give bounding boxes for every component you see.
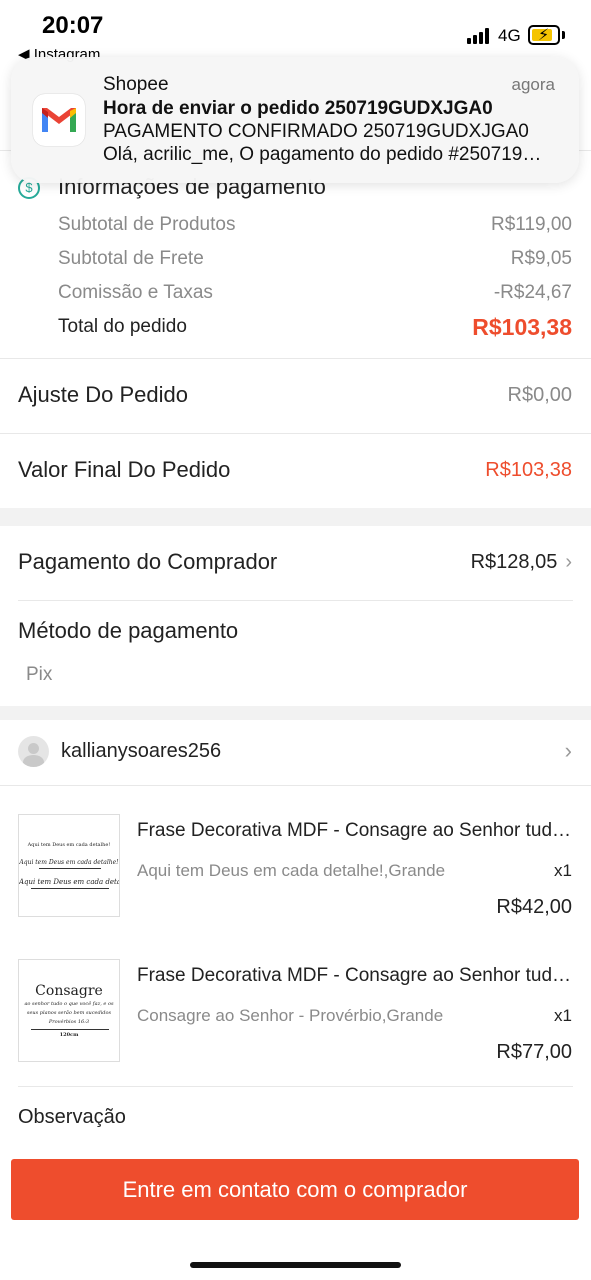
section-gap [0, 706, 591, 720]
divider [0, 785, 591, 786]
push-notification[interactable]: Shopee agora Hora de enviar o pedido 250… [11, 57, 579, 183]
product-variation: Aqui tem Deus em cada detalhe!,Grande [137, 861, 446, 880]
thumb-text: Aqui tem Deus em cada detalhe! [27, 842, 111, 848]
divider [0, 358, 591, 359]
notification-time: agora [511, 75, 555, 94]
chevron-right-icon[interactable]: › [565, 738, 572, 764]
product-price: R$42,00 [496, 896, 572, 918]
product-thumbnail[interactable]: Aqui tem Deus em cada detalhe! Aqui tem … [18, 814, 120, 917]
gmail-icon [33, 94, 85, 146]
thumb-text: seus planos serão bem sucedidos [26, 1010, 112, 1016]
row-label: Comissão e Taxas [58, 282, 213, 303]
section-gap [0, 508, 591, 526]
subtotal-shipping-row: Subtotal de Frete R$9,05 [58, 246, 572, 272]
avatar [18, 736, 49, 767]
payment-method-value: Pix [26, 664, 53, 685]
payment-method-row: Método de pagamento [18, 618, 572, 644]
row-value: R$9,05 [510, 248, 572, 269]
thumb-title: Consagre [35, 983, 103, 999]
row-label: Valor Final Do Pedido [18, 457, 231, 482]
signal-icon [467, 28, 491, 44]
divider [18, 1086, 573, 1087]
notification-line: PAGAMENTO CONFIRMADO 250719GUDXJGA0 [103, 121, 529, 142]
notification-app-name: Shopee [103, 74, 169, 95]
thumb-text: Provérbios 16:3 [48, 1019, 90, 1025]
battery-icon: ⚡ [528, 25, 560, 45]
product-thumbnail[interactable]: Consagre ao senhor tudo o que você faz, … [18, 959, 120, 1062]
buyer-payment-row[interactable]: Pagamento do Comprador R$128,05 › [18, 549, 572, 575]
observation-label: Observação [18, 1106, 126, 1128]
order-adjustment-row: Ajuste Do Pedido R$0,00 [18, 382, 572, 408]
order-total-value: R$103,38 [472, 313, 572, 340]
subtotal-products-row: Subtotal de Produtos R$119,00 [58, 212, 572, 238]
product-quantity: x1 [554, 1006, 572, 1025]
chevron-right-icon: › [565, 550, 572, 573]
row-value: R$0,00 [507, 383, 573, 406]
thumb-text: Aqui tem Deus em cada detalhe! [19, 859, 119, 866]
status-bar: 20:07 ◀ Instagram 4G ⚡ [0, 0, 591, 63]
fees-row: Comissão e Taxas -R$24,67 [58, 280, 572, 306]
row-label: Subtotal de Frete [58, 248, 204, 269]
contact-buyer-button[interactable]: Entre em contato com o comprador [11, 1159, 579, 1220]
product-name[interactable]: Frase Decorativa MDF - Consagre ao Senho… [137, 820, 573, 842]
battery-nub [562, 31, 565, 39]
product-quantity: x1 [554, 861, 572, 880]
product-variation: Consagre ao Senhor - Provérbio,Grande [137, 1006, 444, 1025]
row-value: R$119,00 [491, 214, 572, 235]
row-label: Ajuste Do Pedido [18, 382, 188, 407]
payment-method-label: Método de pagamento [18, 618, 239, 643]
thumb-text: Aqui tem Deus em cada detalhe! [19, 878, 120, 886]
final-value: R$103,38 [485, 458, 572, 481]
row-label: Total do pedido [58, 316, 187, 337]
final-value-row: Valor Final Do Pedido R$103,38 [18, 457, 572, 483]
row-label: Subtotal de Produtos [58, 214, 236, 235]
clock: 20:07 [42, 12, 104, 39]
product-price: R$77,00 [496, 1041, 572, 1063]
buyer-payment-value: R$128,05 [470, 550, 558, 573]
network-type: 4G [498, 26, 521, 45]
product-name[interactable]: Frase Decorativa MDF - Consagre ao Senho… [137, 965, 573, 987]
row-value: -R$24,67 [493, 282, 572, 303]
notification-title: Hora de enviar o pedido 250719GUDXJGA0 [103, 98, 493, 119]
thumb-text: ao senhor tudo o que você faz, e os [24, 1001, 114, 1007]
divider [0, 433, 591, 434]
order-total-row: Total do pedido R$103,38 [58, 314, 572, 340]
row-label: Pagamento do Comprador [18, 549, 278, 574]
thumb-dimension: 120cm [59, 1032, 79, 1038]
home-indicator[interactable] [190, 1262, 401, 1268]
buyer-username[interactable]: kallianysoares256 [61, 740, 221, 763]
divider [18, 600, 573, 601]
notification-line: Olá, acrilic_me, O pagamento do pedido #… [103, 144, 553, 165]
